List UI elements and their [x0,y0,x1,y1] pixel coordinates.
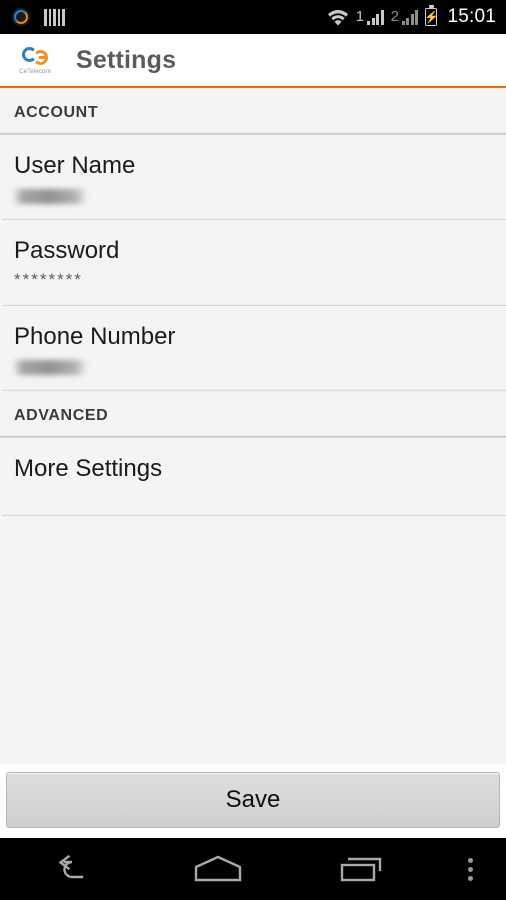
status-bar-system-icons: 1 2 ⚡ 15:01 [327,5,496,28]
setting-title: Phone Number [14,323,176,350]
home-icon [194,855,242,882]
barcode-icon [44,8,65,26]
status-bar-notifications [12,8,65,26]
recents-button[interactable] [291,838,436,900]
setting-title: More Settings [14,455,163,482]
setting-title: Password [14,237,120,264]
setting-item-more-settings[interactable]: More Settings [0,438,506,514]
cetelecom-app-icon [12,8,30,26]
setting-title: User Name [14,152,136,179]
sim1-label: 1 [355,8,365,25]
save-button[interactable]: Save [6,772,500,828]
cetelecom-logo: CeTelecom [14,40,56,80]
setting-item-password[interactable]: Password ******** [0,220,506,304]
app-bar: CeTelecom Settings [0,34,506,86]
phone-screen: 1 2 ⚡ 15:01 CeTelecom Settings ACCOUNT U… [0,0,506,900]
list-divider [2,514,506,516]
section-header-advanced: ADVANCED [14,407,109,424]
overflow-menu-button[interactable] [436,838,506,900]
sim2-indicator: 2 [391,9,419,25]
cetelecom-logo-mark [22,46,48,68]
battery-charging-icon: ⚡ [423,5,439,26]
back-icon [58,854,83,879]
back-button[interactable] [0,838,145,900]
section-header-account: ACCOUNT [14,104,99,121]
setting-value: ******** [14,270,83,289]
signal-bars-icon [367,9,384,25]
cetelecom-logo-text: CeTelecom [19,68,51,75]
setting-value-redacted [14,360,86,375]
wifi-icon [327,9,348,25]
page-title: Settings [76,45,177,74]
setting-value-redacted [14,189,86,204]
setting-item-phone-number[interactable]: Phone Number [0,306,506,389]
android-navigation-bar [0,838,506,900]
status-bar: 1 2 ⚡ 15:01 [0,0,506,34]
footer-bar: Save [0,764,506,838]
settings-list: ACCOUNT User Name Password ******** Phon… [0,88,506,764]
sim1-indicator: 1 [356,9,384,25]
recents-icon [341,857,382,882]
sim2-label: 2 [390,8,399,25]
overflow-menu-icon [468,857,474,881]
setting-item-user-name[interactable]: User Name [0,135,506,218]
status-bar-clock: 15:01 [447,6,496,27]
signal-bars-icon [401,9,419,25]
home-button[interactable] [145,838,290,900]
